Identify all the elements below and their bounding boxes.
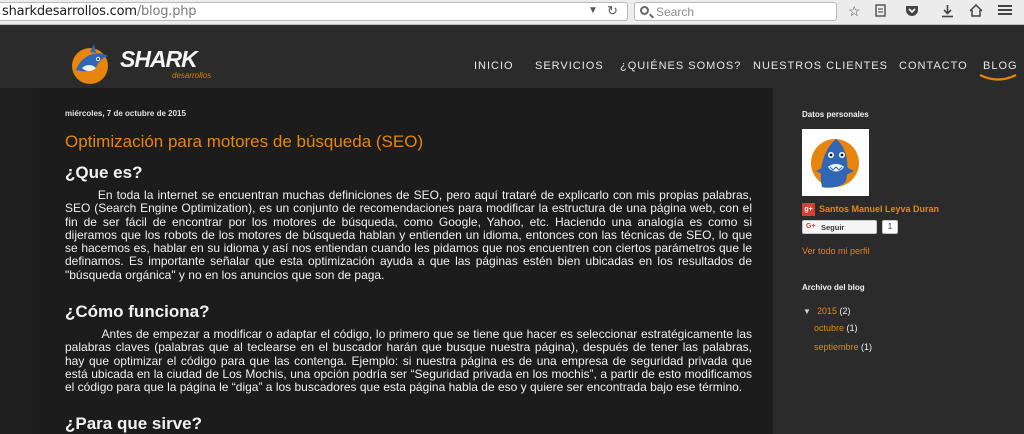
- download-icon[interactable]: [941, 4, 954, 21]
- url-host: sharkdesarrollos.com: [2, 4, 137, 19]
- google-plus-small-icon: G+: [806, 223, 816, 230]
- dropdown-icon[interactable]: ▼: [588, 5, 598, 16]
- archive-month-septiembre[interactable]: septiembre (1): [814, 342, 872, 352]
- url-bar[interactable]: sharkdesarrollos.com/blog.php ▼ ↻: [0, 2, 628, 21]
- personal-data-title: Datos personales: [802, 110, 869, 119]
- archive-year-count: (2): [839, 306, 851, 316]
- archive-month-count: (1): [846, 323, 858, 333]
- follower-count: 1: [882, 220, 898, 234]
- profile-link[interactable]: Ver todo mi perfil: [802, 246, 870, 256]
- search-bar[interactable]: Search: [634, 2, 837, 21]
- archive-year-label[interactable]: 2015: [817, 306, 837, 316]
- search-input[interactable]: Search: [656, 5, 694, 19]
- avatar[interactable]: [802, 129, 869, 196]
- url-text: sharkdesarrollos.com/blog.php: [2, 4, 197, 19]
- sidebar: Datos personales g+ Santos Manuel Leyva …: [773, 88, 1024, 434]
- post-date: miércoles, 7 de octubre de 2015: [65, 109, 186, 118]
- archive-toggle-icon[interactable]: ▼: [803, 307, 811, 316]
- active-underline: [979, 74, 1017, 81]
- nav-servicios[interactable]: SERVICIOS: [535, 60, 604, 72]
- author-name-link[interactable]: Santos Manuel Leyva Duran: [819, 204, 939, 214]
- site-logo[interactable]: SHARK desarrollos: [68, 42, 218, 86]
- post-content: miércoles, 7 de octubre de 2015 Optimiza…: [33, 88, 773, 434]
- logo-text: SHARK: [120, 46, 198, 72]
- nav-nuestros-clientes[interactable]: NUESTROS CLIENTES: [753, 60, 888, 72]
- shark-avatar-icon: [802, 129, 869, 196]
- archive-month-label[interactable]: octubre: [814, 323, 844, 333]
- home-icon[interactable]: [969, 3, 983, 20]
- google-plus-icon: g+: [802, 203, 815, 216]
- follow-button[interactable]: G+ Seguir: [802, 220, 877, 234]
- archive-month-count: (1): [861, 342, 873, 352]
- pocket-icon[interactable]: [905, 4, 919, 20]
- heading-para-que-sirve: ¿Para que sirve?: [65, 414, 203, 433]
- shark-logo-icon: [72, 44, 108, 84]
- archive-month-label[interactable]: septiembre: [814, 342, 859, 352]
- reading-list-icon[interactable]: [874, 4, 887, 20]
- nav-blog[interactable]: BLOG: [983, 60, 1018, 72]
- reload-icon[interactable]: ↻: [607, 3, 618, 19]
- menu-icon[interactable]: [998, 4, 1012, 19]
- paragraph-como-funciona: Antes de empezar a modificar o adaptar e…: [65, 327, 756, 395]
- paragraph-que-es: En toda la internet se encuentran muchas…: [65, 188, 756, 282]
- logo-subtext: desarrollos: [172, 71, 212, 80]
- nav-inicio[interactable]: INICIO: [474, 60, 514, 72]
- heading-que-es: ¿Que es?: [65, 163, 143, 182]
- archive-month-octubre[interactable]: octubre (1): [814, 323, 858, 333]
- search-icon: [640, 6, 649, 15]
- post-title[interactable]: Optimización para motores de búsqueda (S…: [65, 132, 423, 152]
- site-header: SHARK desarrollos INICIO SERVICIOS ¿QUIÉ…: [0, 25, 1024, 87]
- browser-toolbar: sharkdesarrollos.com/blog.php ▼ ↻ Search…: [0, 0, 1024, 25]
- heading-como-funciona: ¿Cómo funciona?: [65, 302, 210, 321]
- archive-year-2015[interactable]: 2015 (2): [817, 306, 851, 316]
- archive-title: Archivo del blog: [802, 283, 865, 292]
- nav-contacto[interactable]: CONTACTO: [899, 60, 968, 72]
- left-margin: [0, 88, 33, 434]
- nav-quienes-somos[interactable]: ¿QUIÉNES SOMOS?: [620, 60, 741, 72]
- follow-label: Seguir: [821, 223, 845, 232]
- bookmark-star-icon[interactable]: ☆: [848, 4, 861, 19]
- url-path: /blog.php: [136, 4, 197, 19]
